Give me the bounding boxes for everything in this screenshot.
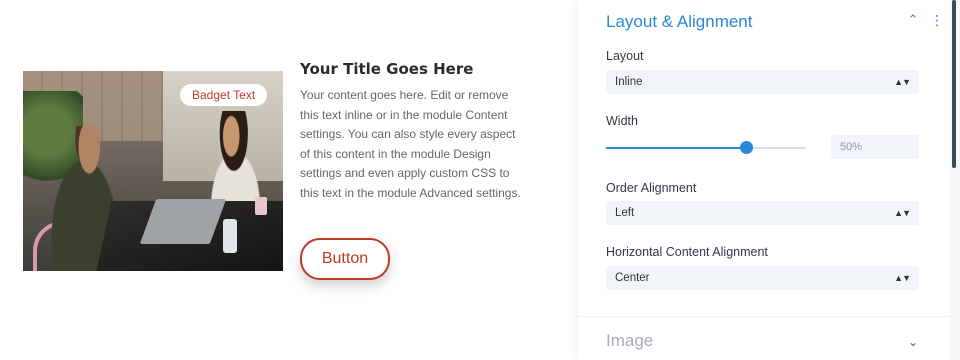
select-arrows-icon: ▲▼ bbox=[894, 77, 911, 87]
chevron-up-icon[interactable]: ⌃ bbox=[906, 14, 920, 28]
settings-panel: Layout & Alignment ⌃ ⋮ Layout Inline ▲▼ … bbox=[578, 0, 950, 360]
badge[interactable]: Badget Text bbox=[180, 84, 268, 106]
panel-scrollbar[interactable] bbox=[950, 0, 960, 360]
section-title-image[interactable]: Image bbox=[606, 331, 653, 351]
horizontal-alignment-select-value: Center bbox=[615, 272, 650, 284]
width-slider-thumb[interactable] bbox=[740, 141, 753, 154]
width-label: Width bbox=[606, 114, 638, 128]
order-alignment-select-value: Left bbox=[615, 207, 635, 219]
select-arrows-icon: ▲▼ bbox=[894, 208, 911, 218]
panel-scrollbar-thumb[interactable] bbox=[952, 0, 956, 168]
layout-label: Layout bbox=[606, 49, 644, 63]
width-slider-fill bbox=[606, 147, 746, 149]
content-title[interactable]: Your Title Goes Here bbox=[300, 60, 473, 78]
chevron-down-icon[interactable]: ⌄ bbox=[906, 335, 920, 349]
cta-button[interactable]: Button bbox=[300, 238, 390, 280]
order-alignment-select[interactable]: Left ▲▼ bbox=[606, 201, 919, 225]
section-title-layout-alignment[interactable]: Layout & Alignment bbox=[606, 12, 752, 32]
width-input[interactable]: 50% bbox=[831, 135, 919, 159]
width-slider[interactable] bbox=[606, 141, 806, 154]
image-cup bbox=[255, 197, 267, 215]
layout-select[interactable]: Inline ▲▼ bbox=[606, 70, 919, 94]
image-bottle bbox=[223, 219, 237, 253]
select-arrows-icon: ▲▼ bbox=[894, 273, 911, 283]
module-preview: Badget Text Your Title Goes Here Your co… bbox=[0, 0, 578, 360]
order-alignment-label: Order Alignment bbox=[606, 181, 697, 195]
layout-select-value: Inline bbox=[615, 76, 643, 88]
horizontal-content-alignment-select[interactable]: Center ▲▼ bbox=[606, 266, 919, 290]
section-divider bbox=[578, 316, 950, 317]
vertical-dots-icon[interactable]: ⋮ bbox=[930, 13, 944, 29]
content-body[interactable]: Your content goes here. Edit or remove t… bbox=[300, 86, 522, 203]
horizontal-content-alignment-label: Horizontal Content Alignment bbox=[606, 245, 768, 259]
